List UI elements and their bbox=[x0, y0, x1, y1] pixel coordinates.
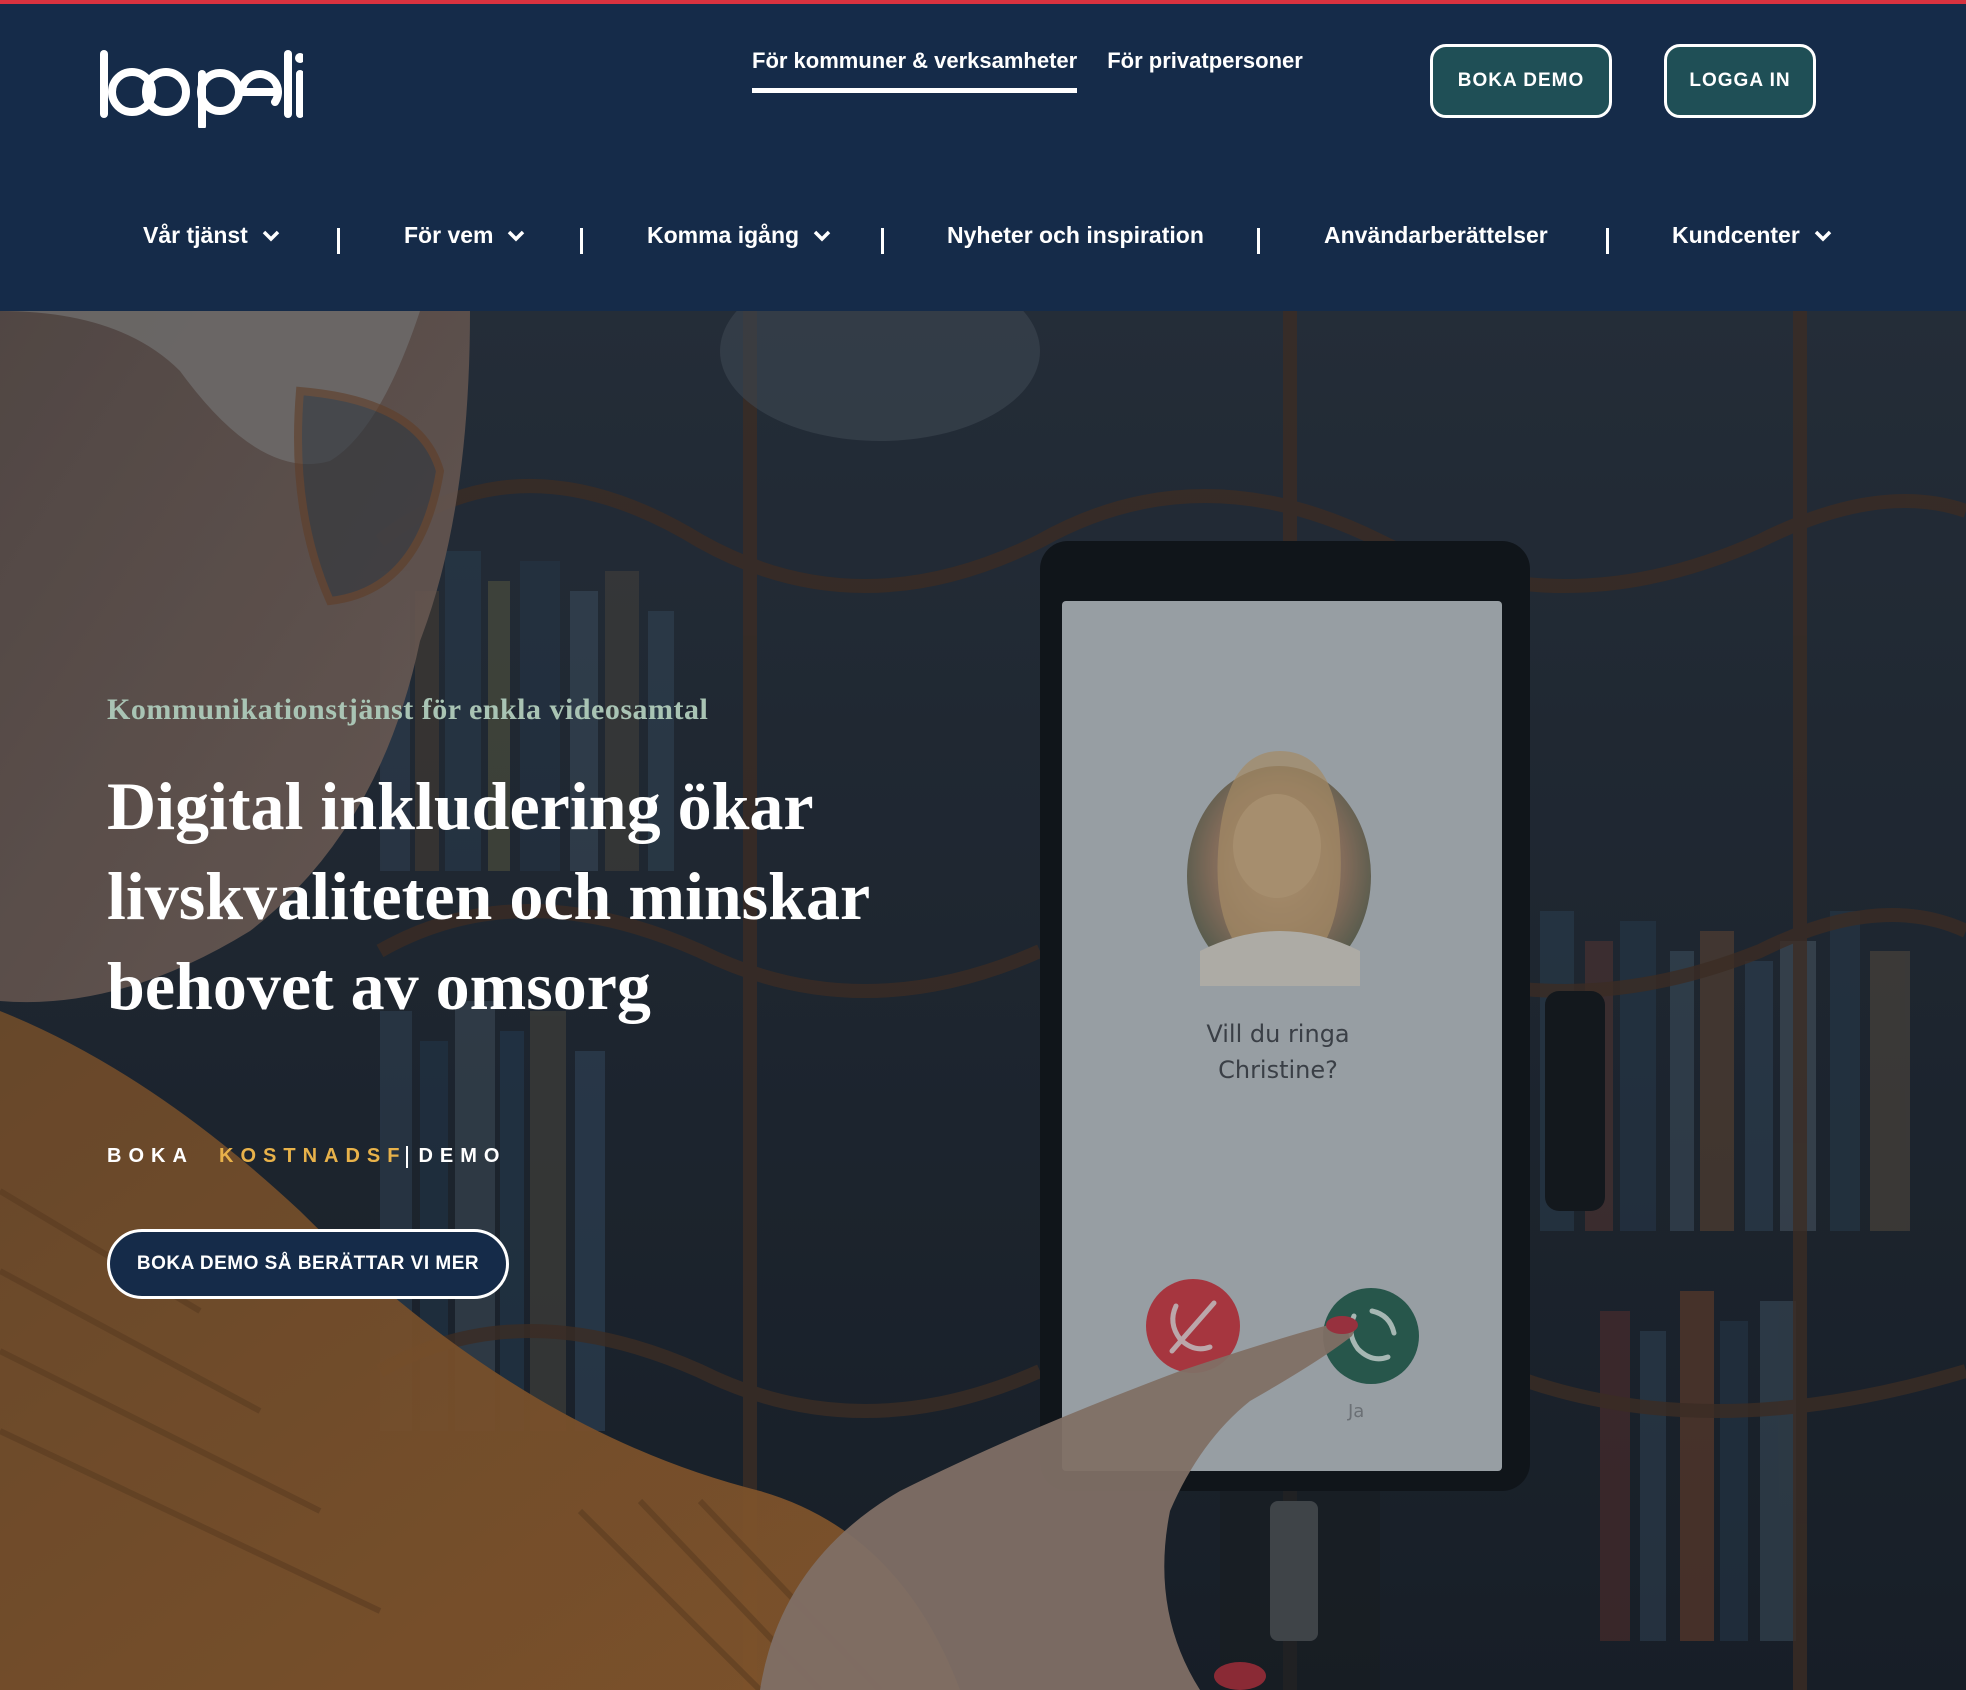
hero-headline: Digital inkludering ökar livskvaliteten … bbox=[107, 768, 869, 1024]
chevron-down-icon bbox=[813, 230, 831, 241]
tablet-call-prompt: Vill du ringa Christine? bbox=[1206, 1020, 1350, 1084]
book-demo-button[interactable]: BOKA DEMO bbox=[1430, 44, 1612, 118]
loopeli-logo[interactable] bbox=[98, 48, 305, 130]
nav-item-label: Komma igång bbox=[647, 222, 800, 248]
audience-tabs: För kommuner & verksamheter För privatpe… bbox=[752, 48, 1303, 93]
nav-item-for-vem[interactable]: För vem bbox=[404, 222, 525, 249]
hero-eyebrow: Kommunikationstjänst för enkla videosamt… bbox=[107, 693, 709, 726]
nav-item-nyheter[interactable]: Nyheter och inspiration bbox=[947, 222, 1204, 249]
hero-tagline: BOKA KOSTNADSF DEMO bbox=[107, 1145, 506, 1168]
nav-item-label: Vår tjänst bbox=[143, 222, 248, 248]
tab-kommuner[interactable]: För kommuner & verksamheter bbox=[752, 48, 1078, 93]
nav-item-anvandarberattelser[interactable]: Användarberättelser bbox=[1324, 222, 1548, 249]
nav-item-kundcenter[interactable]: Kundcenter bbox=[1672, 222, 1832, 249]
hero-section: Kommunikationstjänst för enkla videosamt… bbox=[0, 311, 1966, 1690]
chevron-down-icon bbox=[262, 230, 280, 241]
nav-item-label: Kundcenter bbox=[1672, 222, 1800, 248]
nav-divider bbox=[881, 228, 884, 254]
chevron-down-icon bbox=[508, 230, 525, 241]
tagline-highlight: KOSTNADSF bbox=[219, 1145, 407, 1167]
nav-divider bbox=[337, 228, 340, 254]
tagline-prefix: BOKA bbox=[107, 1145, 194, 1167]
nav-divider bbox=[1606, 228, 1609, 254]
nav-item-komma-igang[interactable]: Komma igång bbox=[647, 222, 831, 249]
nav-divider bbox=[580, 228, 583, 254]
tab-privatpersoner[interactable]: För privatpersoner bbox=[1107, 48, 1303, 93]
tagline-suffix: DEMO bbox=[418, 1145, 507, 1167]
main-nav: Vår tjänst För vem Komma igång Nyheter o… bbox=[0, 222, 1966, 262]
nav-item-label: Användarberättelser bbox=[1324, 222, 1548, 248]
nav-item-label: För vem bbox=[404, 222, 494, 248]
nav-item-label: Nyheter och inspiration bbox=[947, 222, 1204, 248]
chevron-down-icon bbox=[1814, 230, 1832, 241]
nav-divider bbox=[1257, 228, 1260, 254]
typing-cursor bbox=[406, 1145, 409, 1168]
tablet-accept-label: Ja bbox=[1348, 1401, 1365, 1422]
nav-item-var-tjanst[interactable]: Vår tjänst bbox=[143, 222, 280, 249]
site-header: För kommuner & verksamheter För privatpe… bbox=[0, 4, 1966, 311]
book-demo-cta-button[interactable]: BOKA DEMO SÅ BERÄTTAR VI MER bbox=[107, 1229, 509, 1299]
login-button[interactable]: LOGGA IN bbox=[1664, 44, 1816, 118]
logo-icon bbox=[100, 50, 305, 130]
